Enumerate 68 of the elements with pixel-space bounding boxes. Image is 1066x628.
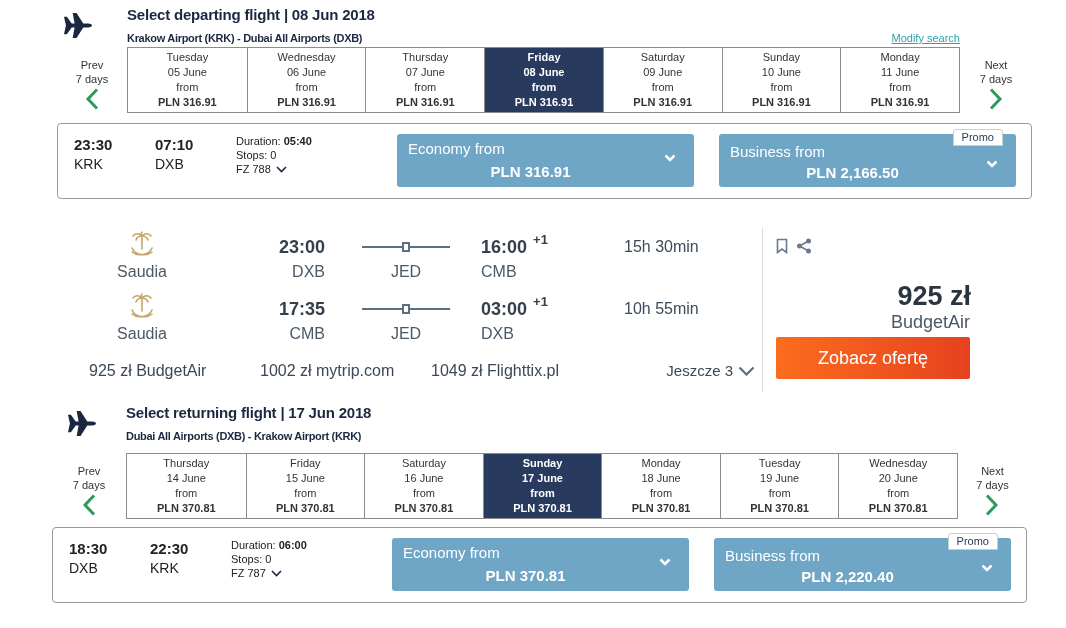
route-text: Dubai All Airports (DXB) - Krakow Airport (KRK) <box>126 429 362 444</box>
promo-badge: Promo <box>947 533 998 550</box>
chevron-right-icon <box>985 494 1000 516</box>
airport-code: KRK <box>74 155 103 173</box>
airport-code: DXB <box>481 324 514 344</box>
more-offers-button[interactable]: Jeszcze 3 <box>666 361 755 381</box>
flight-duration: 10h 55min <box>624 298 699 319</box>
chevron-left-icon <box>82 494 96 516</box>
stop-airport-code: JED <box>390 324 422 344</box>
duration-text: Duration: 06:00 <box>231 538 307 552</box>
chevron-left-icon <box>85 88 99 110</box>
chevron-down-icon <box>664 154 676 162</box>
route-line-icon <box>362 302 450 315</box>
date-tab[interactable]: Friday 08 June from PLN 316.91 <box>484 48 603 112</box>
airport-code: DXB <box>155 155 184 173</box>
day-offset-label: +1 <box>533 294 548 309</box>
chevron-down-icon <box>986 160 998 168</box>
next-week-button[interactable]: Next 7 days <box>976 453 1009 519</box>
chevron-down-icon <box>738 366 755 376</box>
stops-text: Stops: 0 <box>236 148 277 162</box>
share-icon[interactable] <box>796 238 812 254</box>
arrival-time: 16:00 <box>481 235 528 258</box>
airport-code: DXB <box>69 559 98 577</box>
departure-time: 23:00 <box>278 235 325 258</box>
offer-link[interactable]: 925 zł BudgetAir <box>89 361 207 381</box>
arrival-time: 22:30 <box>150 539 189 559</box>
duration-text: Duration: 05:40 <box>236 134 312 148</box>
route-line-icon <box>362 240 450 253</box>
airline-name: Saudia <box>117 262 167 282</box>
palm-emblem-icon <box>129 293 155 321</box>
previous-week-button[interactable]: Prev 7 days <box>72 453 106 519</box>
departure-time: 18:30 <box>69 539 108 559</box>
stops-text: Stops: 0 <box>231 552 272 566</box>
section-title: Select departing flight | 08 Jun 2018 <box>127 5 375 25</box>
provider-name: BudgetAir <box>890 311 970 333</box>
bookmark-icon[interactable] <box>776 238 788 254</box>
chevron-right-icon <box>989 88 1003 110</box>
route-text: Krakow Airport (KRK) - Dubai All Airports (DXB) <box>127 31 363 46</box>
stop-airport-code: JED <box>390 262 422 282</box>
flight-number-toggle[interactable]: FZ 787 <box>231 566 282 580</box>
previous-week-button[interactable]: Prev 7 days <box>75 47 109 113</box>
chevron-down-icon <box>981 564 993 572</box>
arrival-time: 03:00 <box>481 297 528 320</box>
day-offset-label: +1 <box>533 232 548 247</box>
date-tab[interactable]: Sunday 17 June from PLN 370.81 <box>482 454 602 518</box>
chevron-down-icon <box>275 165 287 173</box>
section-title: Select returning flight | 17 Jun 2018 <box>126 403 372 423</box>
airline-name: Saudia <box>117 324 167 344</box>
airport-code: CMB <box>481 262 517 282</box>
promo-badge: Promo <box>952 129 1003 146</box>
departure-time: 17:35 <box>278 297 325 320</box>
arrival-time: 07:10 <box>155 135 194 155</box>
departure-time: 23:30 <box>74 135 113 155</box>
flight-number-toggle[interactable]: FZ 788 <box>236 162 287 176</box>
palm-emblem-icon <box>129 231 155 259</box>
offer-price: 925 zł <box>897 281 971 311</box>
airport-code: KRK <box>150 559 179 577</box>
airplane-icon <box>67 410 96 437</box>
flight-duration: 15h 30min <box>624 236 699 257</box>
next-week-button[interactable]: Next 7 days <box>979 47 1013 113</box>
airport-code: DXB <box>292 262 325 282</box>
offer-link[interactable]: 1049 zł Flighttix.pl <box>431 361 560 381</box>
airplane-icon <box>63 12 92 39</box>
offer-link[interactable]: 1002 zł mytrip.com <box>260 361 395 381</box>
airport-code: CMB <box>289 324 325 344</box>
chevron-down-icon <box>659 558 671 566</box>
view-offer-button[interactable]: Zobacz ofertę <box>776 337 970 379</box>
chevron-down-icon <box>270 569 282 577</box>
